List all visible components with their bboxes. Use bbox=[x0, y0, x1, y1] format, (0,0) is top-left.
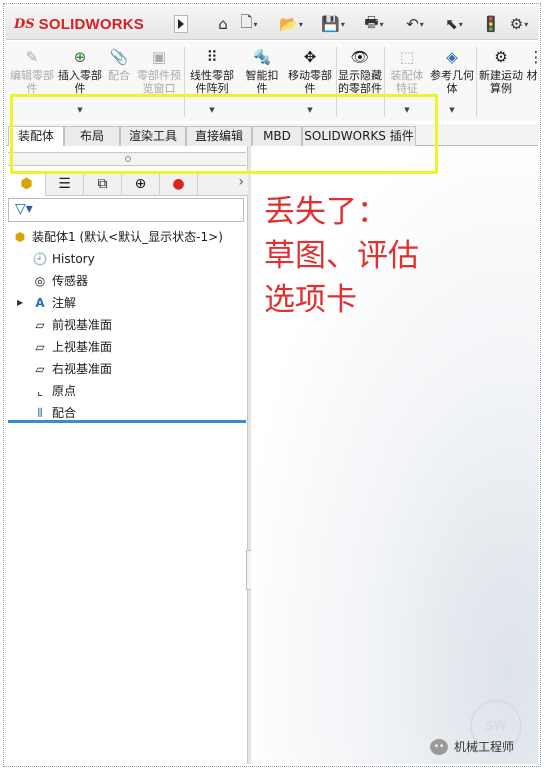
title-bar: DS SOLIDWORKS ⌂ 🗋 ▾ 📂 ▾ 💾 ▾ 🖶 ▾ ↶ ▾ ⬉ ▾ 🚦 ⚙ ▾ bbox=[6, 6, 538, 40]
wechat-watermark: •• 机械工程师 bbox=[430, 738, 514, 755]
smart-fasteners-button[interactable]: 🔩 智能扣件 bbox=[242, 47, 282, 119]
sensor-icon: ◎ bbox=[34, 274, 46, 288]
tab-assembly[interactable]: 装配体 bbox=[8, 126, 64, 147]
chevron-down-icon[interactable]: ▼ bbox=[404, 104, 409, 117]
annotation-line-3: 选项卡 bbox=[264, 282, 357, 318]
smart-fasteners-icon: 🔩 bbox=[252, 47, 272, 66]
tree-item-annotations[interactable]: ▶ A 注解 bbox=[8, 292, 246, 314]
more-icon: ⋮ bbox=[528, 47, 539, 66]
edit-component-button[interactable]: ✎ 编辑零部件 bbox=[8, 47, 56, 119]
assembly-features-icon: ⬚ bbox=[399, 47, 415, 66]
chevron-down-icon[interactable]: ▼ bbox=[77, 104, 82, 117]
tab-render-tools[interactable]: 渲染工具 bbox=[120, 126, 186, 146]
command-manager: ✎ 编辑零部件 ⊕ 插入零部件 ▼ 📎 配合 ▣ 零部件预览窗口 ⠿ 线性零部件… bbox=[6, 41, 538, 121]
chevron-right-icon[interactable]: › bbox=[238, 174, 244, 190]
tab-layout[interactable]: 布局 bbox=[64, 126, 120, 146]
feature-tree: ⬢ 装配体1 (默认<默认_显示状态-1>) 🕘 History ◎ 传感器 ▶… bbox=[8, 226, 246, 424]
display-manager-icon[interactable]: ● bbox=[160, 172, 198, 196]
annotation-line-1: 丢失了： bbox=[264, 194, 388, 230]
insert-component-icon: ⊕ bbox=[73, 47, 87, 66]
chevron-down-icon[interactable]: ▼ bbox=[449, 104, 454, 117]
reference-geometry-icon: ◈ bbox=[446, 47, 458, 66]
ds-logo-mark: DS bbox=[14, 16, 35, 32]
feature-manager-icon[interactable]: ⬢ bbox=[8, 172, 46, 196]
plane-icon: ▱ bbox=[35, 362, 45, 376]
expand-arrow-icon[interactable]: ▶ bbox=[17, 292, 23, 314]
menu-expand-arrow-icon[interactable] bbox=[174, 15, 188, 33]
configuration-manager-icon[interactable]: ⧉ bbox=[84, 172, 122, 196]
filter-icon[interactable]: ▽▾ bbox=[15, 201, 33, 217]
chevron-down-icon[interactable]: ▼ bbox=[209, 104, 214, 117]
new-motion-study-button[interactable]: ⚙ 新建运动算例 bbox=[478, 47, 524, 119]
command-manager-tabs: 装配体 布局 渲染工具 直接编辑 MBD SOLIDWORKS 插件 bbox=[6, 124, 538, 147]
app-name: SOLIDWORKS bbox=[38, 15, 145, 33]
annotation-icon: A bbox=[35, 296, 45, 310]
tree-item-top-plane[interactable]: ▱ 上视基准面 bbox=[8, 336, 246, 358]
ribbon-separator bbox=[184, 47, 185, 117]
wechat-icon: •• bbox=[430, 738, 448, 755]
reference-geometry-button[interactable]: ◈ 参考几何体 ▼ bbox=[430, 47, 474, 119]
linear-pattern-icon: ⠿ bbox=[206, 47, 218, 66]
tab-direct-editing[interactable]: 直接编辑 bbox=[186, 126, 252, 146]
annotation-text: 丢失了： 草图、评估 选项卡 bbox=[264, 190, 419, 322]
tree-item-right-plane[interactable]: ▱ 右视基准面 bbox=[8, 358, 246, 380]
traffic-light-icon[interactable]: 🚦 bbox=[482, 14, 501, 34]
ribbon-separator bbox=[384, 47, 385, 117]
tree-root-assembly[interactable]: ⬢ 装配体1 (默认<默认_显示状态-1>) bbox=[8, 226, 246, 248]
move-component-icon: ✥ bbox=[303, 47, 317, 66]
component-preview-button[interactable]: ▣ 零部件预览窗口 bbox=[136, 47, 182, 119]
more-button[interactable]: ⋮ 材 bbox=[526, 47, 539, 119]
origin-icon: ⌞ bbox=[37, 384, 43, 398]
mate-icon: 📎 bbox=[109, 47, 129, 66]
mate-button[interactable]: 📎 配合 bbox=[104, 47, 134, 119]
assembly-icon: ⬢ bbox=[14, 230, 26, 244]
print-icon[interactable]: 🖶 ▾ bbox=[358, 13, 390, 34]
save-icon[interactable]: 💾 ▾ bbox=[318, 14, 348, 34]
assembly-features-button[interactable]: ⬚ 装配体特征 ▼ bbox=[386, 47, 428, 119]
move-component-button[interactable]: ✥ 移动零部件 ▼ bbox=[286, 47, 334, 119]
show-hidden-icon: 👁 bbox=[350, 47, 370, 66]
history-icon: 🕘 bbox=[32, 252, 48, 266]
ribbon-separator bbox=[476, 47, 477, 117]
mates-icon: ⫴ bbox=[37, 406, 43, 420]
chevron-down-icon[interactable]: ▼ bbox=[307, 104, 312, 117]
tree-item-sensors[interactable]: ◎ 传感器 bbox=[8, 270, 246, 292]
component-preview-icon: ▣ bbox=[151, 47, 167, 66]
edit-component-icon: ✎ bbox=[25, 47, 39, 66]
tree-filter[interactable]: ▽▾ bbox=[8, 198, 244, 222]
panel-collapse-bar[interactable] bbox=[8, 152, 246, 166]
annotation-line-2: 草图、评估 bbox=[264, 238, 419, 274]
linear-pattern-button[interactable]: ⠿ 线性零部件阵列 ▼ bbox=[186, 47, 238, 119]
options-icon[interactable]: ⚙ ▾ bbox=[502, 14, 536, 34]
watermark-account: 机械工程师 bbox=[454, 740, 515, 754]
tab-mbd[interactable]: MBD bbox=[252, 126, 302, 146]
tree-item-history[interactable]: 🕘 History bbox=[8, 248, 246, 270]
tree-item-front-plane[interactable]: ▱ 前视基准面 bbox=[8, 314, 246, 336]
select-icon[interactable]: ⬉ ▾ bbox=[438, 14, 470, 34]
new-document-icon[interactable]: 🗋 ▾ bbox=[236, 13, 262, 34]
open-icon[interactable]: 📂 ▾ bbox=[276, 14, 306, 34]
plane-icon: ▱ bbox=[35, 340, 45, 354]
collapse-handle-icon[interactable] bbox=[125, 156, 131, 162]
tab-solidworks-addins[interactable]: SOLIDWORKS 插件 bbox=[302, 126, 416, 146]
tree-item-origin[interactable]: ⌞ 原点 bbox=[8, 380, 246, 402]
undo-icon[interactable]: ↶ ▾ bbox=[398, 14, 432, 34]
plane-icon: ▱ bbox=[35, 318, 45, 332]
dimxpert-icon[interactable]: ⊕ bbox=[122, 172, 160, 196]
manager-tabs: ⬢ ☰ ⧉ ⊕ ● › bbox=[8, 172, 248, 196]
rollback-bar[interactable] bbox=[8, 420, 246, 423]
show-hidden-components-button[interactable]: 👁 显示隐藏的零部件 bbox=[338, 47, 382, 119]
ribbon-separator bbox=[336, 47, 337, 117]
property-manager-icon[interactable]: ☰ bbox=[46, 172, 84, 196]
solidworks-logo[interactable]: DS SOLIDWORKS bbox=[14, 13, 144, 35]
insert-component-button[interactable]: ⊕ 插入零部件 ▼ bbox=[58, 47, 102, 119]
feature-manager-panel: ⬢ ☰ ⧉ ⊕ ● › ▽▾ ⬢ 装配体1 (默认<默认_显示状态-1>) 🕘 … bbox=[6, 146, 248, 764]
motion-study-icon: ⚙ bbox=[494, 47, 508, 66]
home-icon[interactable]: ⌂ bbox=[212, 14, 234, 34]
